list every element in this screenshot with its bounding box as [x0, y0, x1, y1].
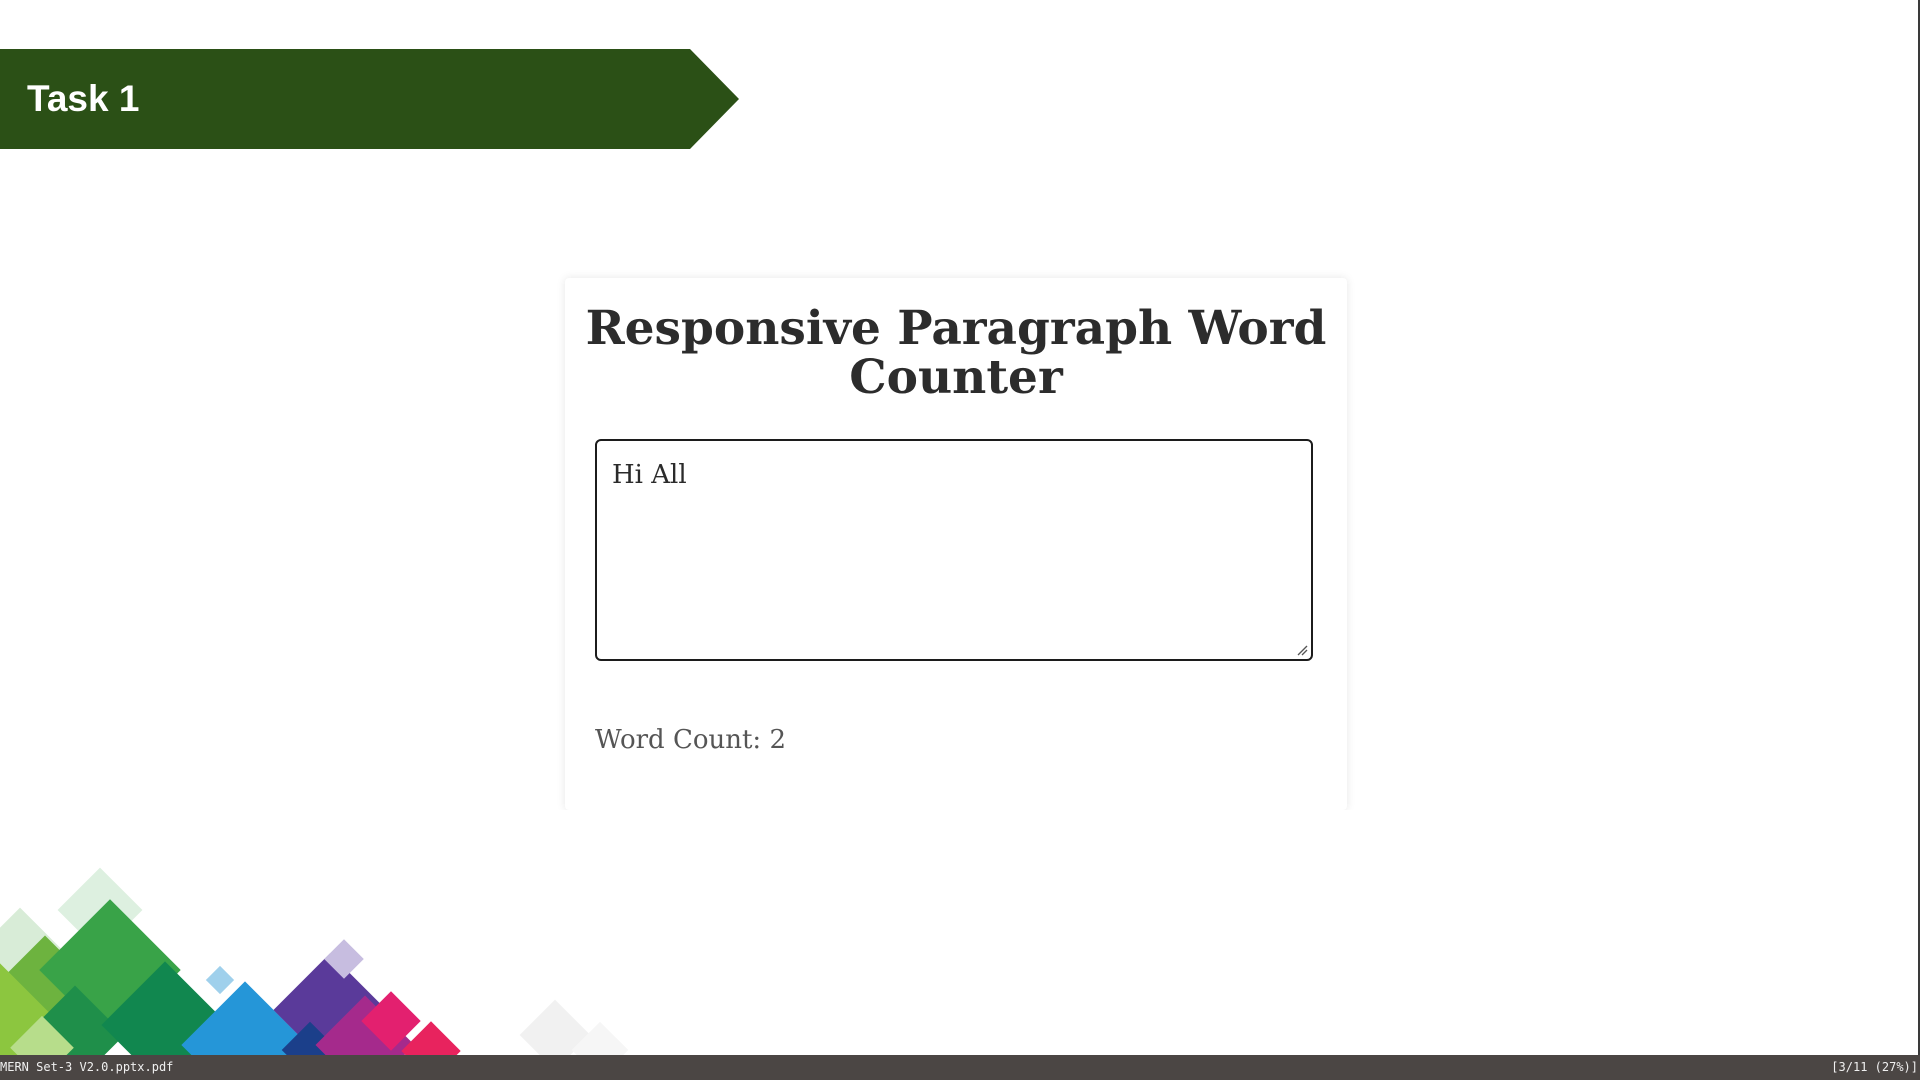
- slide-page: Task 1 Responsive Paragraph Word Counter…: [0, 0, 1918, 1055]
- word-counter-card: Responsive Paragraph Word Counter Hi All…: [565, 278, 1347, 810]
- task-banner: Task 1: [0, 49, 739, 149]
- page-title: Responsive Paragraph Word Counter: [585, 301, 1327, 405]
- status-bar: MERN Set-3 V2.0.pptx.pdf [3/11 (27%)]: [0, 1055, 1920, 1080]
- paragraph-textarea[interactable]: Hi All: [595, 439, 1313, 661]
- task-title: Task 1: [27, 78, 140, 119]
- word-count-value: 2: [769, 725, 787, 755]
- word-count-label: Word Count:: [595, 725, 762, 755]
- screenshot-crop-edge: [540, 810, 1380, 840]
- pdf-viewer: Task 1 Responsive Paragraph Word Counter…: [0, 0, 1920, 1055]
- word-count: Word Count: 2: [595, 725, 786, 755]
- status-filename: MERN Set-3 V2.0.pptx.pdf: [0, 1060, 174, 1074]
- textarea-value: Hi All: [612, 460, 687, 490]
- status-page-info: [3/11 (27%)]: [1831, 1060, 1918, 1074]
- colorful-diamond-pattern: [0, 860, 640, 1055]
- resize-grip-icon[interactable]: [1296, 644, 1308, 656]
